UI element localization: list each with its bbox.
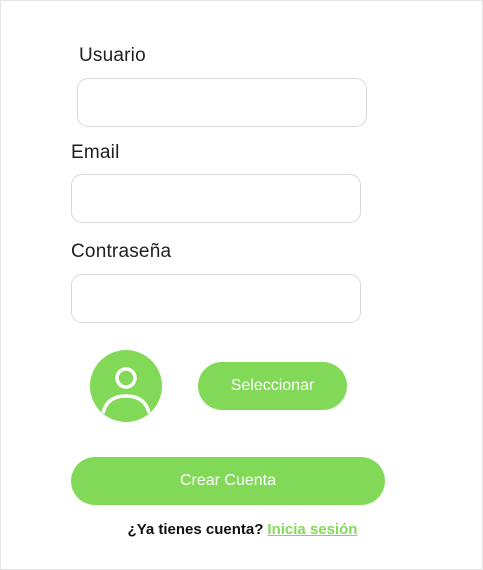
- create-account-button[interactable]: Crear Cuenta: [71, 457, 385, 505]
- signup-form-container: Usuario Email Contraseña Seleccionar Cre…: [0, 0, 483, 570]
- login-link[interactable]: Inicia sesión: [267, 521, 357, 538]
- avatar: [90, 350, 162, 422]
- email-input[interactable]: [71, 174, 361, 223]
- password-label: Contraseña: [71, 241, 172, 262]
- email-label: Email: [71, 142, 120, 163]
- user-icon: [101, 367, 151, 414]
- login-prompt: ¿Ya tienes cuenta? Inicia sesión: [1, 521, 483, 538]
- login-prompt-text: ¿Ya tienes cuenta?: [127, 521, 264, 538]
- username-label: Usuario: [79, 45, 146, 66]
- select-avatar-button[interactable]: Seleccionar: [198, 362, 347, 410]
- username-input[interactable]: [77, 78, 367, 127]
- password-input[interactable]: [71, 274, 361, 323]
